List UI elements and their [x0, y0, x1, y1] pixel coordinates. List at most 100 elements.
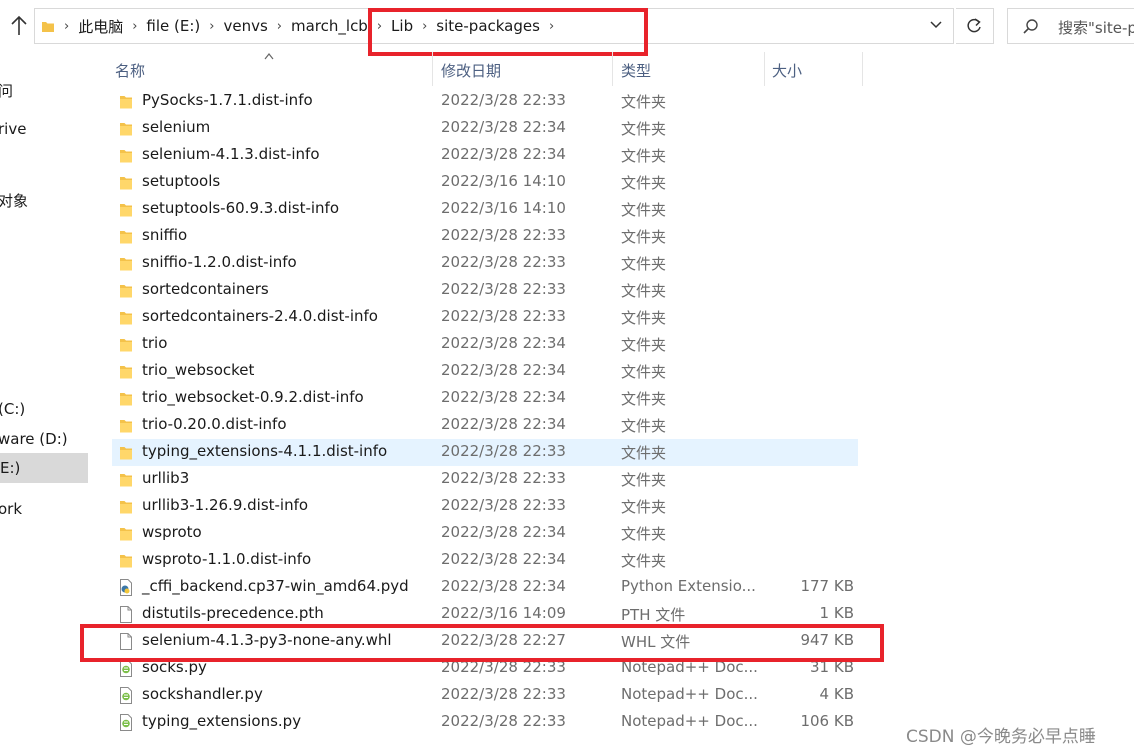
file-date-modified: 2022/3/28 22:34: [441, 415, 566, 433]
file-size: 4 KB: [819, 685, 854, 703]
file-row[interactable]: urllib3 2022/3/28 22:33 文件夹: [112, 466, 858, 493]
file-row[interactable]: trio 2022/3/28 22:34 文件夹: [112, 331, 858, 358]
folder-icon: [119, 363, 133, 380]
nav-item-drive-e[interactable]: E:): [0, 453, 88, 483]
file-row[interactable]: trio-0.20.0.dist-info 2022/3/28 22:34 文件夹: [112, 412, 858, 439]
file-row[interactable]: selenium-4.1.3.dist-info 2022/3/28 22:34 文…: [112, 142, 858, 169]
breadcrumb-item[interactable]: march_lcb: [291, 17, 368, 35]
file-date-modified: 2022/3/28 22:27: [441, 631, 566, 649]
folder-icon: [119, 498, 133, 515]
file-type: Python Extensio...: [621, 577, 756, 595]
file-row[interactable]: typing_extensions-4.1.1.dist-info 2022/3/…: [112, 439, 858, 466]
file-type: 文件夹: [621, 417, 667, 435]
column-divider[interactable]: [764, 52, 765, 86]
nav-item-onedrive[interactable]: rive: [0, 120, 26, 138]
folder-icon: [119, 417, 133, 434]
file-type: 文件夹: [621, 174, 667, 192]
chevron-down-icon[interactable]: [929, 17, 943, 33]
breadcrumb-item[interactable]: file (E:): [146, 17, 200, 35]
file-name: trio_websocket-0.9.2.dist-info: [142, 388, 364, 406]
folder-icon: [119, 120, 133, 137]
breadcrumb-item[interactable]: venvs: [223, 17, 267, 35]
file-date-modified: 2022/3/16 14:09: [441, 604, 566, 622]
file-row[interactable]: sockshandler.py 2022/3/28 22:33 Notepad++ …: [112, 682, 858, 709]
file-row[interactable]: socks.py 2022/3/28 22:33 Notepad++ Doc... 3…: [112, 655, 858, 682]
column-divider[interactable]: [862, 52, 863, 86]
column-divider[interactable]: [612, 52, 613, 86]
file-icon: [119, 606, 133, 623]
file-list: 名称 修改日期 类型 大小 PySocks-1.7.1.dist-info 202…: [96, 52, 1134, 755]
file-name: urllib3: [142, 469, 190, 487]
folder-icon: [119, 552, 133, 569]
nav-item-network[interactable]: ork: [0, 500, 22, 518]
file-name: trio-0.20.0.dist-info: [142, 415, 287, 433]
file-name: selenium-4.1.3.dist-info: [142, 145, 320, 163]
file-row[interactable]: _cffi_backend.cp37-win_amd64.pyd 2022/3/2…: [112, 574, 858, 601]
chevron-right-icon[interactable]: ›: [549, 19, 554, 34]
chevron-right-icon[interactable]: ›: [377, 19, 382, 34]
file-type: 文件夹: [621, 498, 667, 516]
file-row[interactable]: setuptools-60.9.3.dist-info 2022/3/16 14:…: [112, 196, 858, 223]
file-row[interactable]: distutils-precedence.pth 2022/3/16 14:09 P…: [112, 601, 858, 628]
folder-icon: [119, 255, 133, 272]
file-date-modified: 2022/3/28 22:33: [441, 91, 566, 109]
file-type: 文件夹: [621, 525, 667, 543]
notepadpp-document-icon: [119, 714, 133, 731]
folder-icon: [119, 309, 133, 326]
file-name: trio: [142, 334, 168, 352]
address-bar[interactable]: › 此电脑 › file (E:) › venvs › march_lcb › …: [34, 8, 954, 44]
file-type: 文件夹: [621, 255, 667, 273]
nav-item-quick-access[interactable]: 问: [0, 80, 13, 101]
column-size[interactable]: 大小: [772, 60, 802, 81]
column-type[interactable]: 类型: [621, 60, 651, 81]
column-date[interactable]: 修改日期: [441, 60, 501, 81]
file-row[interactable]: wsproto-1.1.0.dist-info 2022/3/28 22:34 文件…: [112, 547, 858, 574]
file-type: 文件夹: [621, 552, 667, 570]
file-row[interactable]: selenium-4.1.3-py3-none-any.whl 2022/3/28…: [112, 628, 858, 655]
file-name: sniffio: [142, 226, 188, 244]
search-input[interactable]: 搜索"site-p: [1058, 17, 1134, 38]
chevron-right-icon[interactable]: ›: [422, 19, 427, 34]
nav-item-drive-c[interactable]: (C:): [0, 400, 25, 418]
search-icon: [1023, 19, 1038, 34]
file-name: setuptools-60.9.3.dist-info: [142, 199, 339, 217]
folder-icon: [119, 93, 133, 110]
file-type: 文件夹: [621, 444, 667, 462]
breadcrumb-item[interactable]: site-packages: [436, 17, 540, 35]
file-row[interactable]: typing_extensions.py 2022/3/28 22:33 Notep…: [112, 709, 858, 736]
file-row[interactable]: trio_websocket 2022/3/28 22:34 文件夹: [112, 358, 858, 385]
file-date-modified: 2022/3/16 14:10: [441, 199, 566, 217]
file-row[interactable]: selenium 2022/3/28 22:34 文件夹: [112, 115, 858, 142]
file-size: 106 KB: [800, 712, 854, 730]
breadcrumb-item[interactable]: 此电脑: [78, 16, 123, 37]
chevron-right-icon[interactable]: ›: [132, 19, 137, 34]
file-row[interactable]: PySocks-1.7.1.dist-info 2022/3/28 22:33 文件…: [112, 88, 858, 115]
chevron-right-icon[interactable]: ›: [209, 19, 214, 34]
file-row[interactable]: setuptools 2022/3/16 14:10 文件夹: [112, 169, 858, 196]
search-box[interactable]: 搜索"site-p: [1007, 8, 1134, 44]
file-row[interactable]: wsproto 2022/3/28 22:34 文件夹: [112, 520, 858, 547]
chevron-right-icon[interactable]: ›: [277, 19, 282, 34]
file-row[interactable]: sniffio-1.2.0.dist-info 2022/3/28 22:33 文件…: [112, 250, 858, 277]
file-date-modified: 2022/3/28 22:33: [441, 469, 566, 487]
file-size: 177 KB: [800, 577, 854, 595]
file-date-modified: 2022/3/28 22:34: [441, 118, 566, 136]
nav-item-3d-objects[interactable]: 对象: [0, 190, 28, 211]
file-row[interactable]: sortedcontainers 2022/3/28 22:33 文件夹: [112, 277, 858, 304]
file-row[interactable]: sniffio 2022/3/28 22:33 文件夹: [112, 223, 858, 250]
file-row[interactable]: sortedcontainers-2.4.0.dist-info 2022/3/2…: [112, 304, 858, 331]
chevron-right-icon[interactable]: ›: [64, 19, 69, 34]
file-date-modified: 2022/3/28 22:34: [441, 334, 566, 352]
breadcrumb-item[interactable]: Lib: [391, 17, 413, 35]
file-date-modified: 2022/3/28 22:33: [441, 307, 566, 325]
file-row[interactable]: trio_websocket-0.9.2.dist-info 2022/3/28 …: [112, 385, 858, 412]
address-toolbar: › 此电脑 › file (E:) › venvs › march_lcb › …: [0, 0, 1134, 52]
column-divider[interactable]: [432, 52, 433, 86]
file-date-modified: 2022/3/28 22:34: [441, 388, 566, 406]
file-name: urllib3-1.26.9.dist-info: [142, 496, 309, 514]
up-arrow-icon[interactable]: [8, 13, 30, 39]
file-row[interactable]: urllib3-1.26.9.dist-info 2022/3/28 22:33 文…: [112, 493, 858, 520]
nav-item-drive-d[interactable]: ware (D:): [0, 430, 68, 448]
refresh-button[interactable]: [956, 8, 994, 44]
column-name[interactable]: 名称: [115, 60, 145, 81]
